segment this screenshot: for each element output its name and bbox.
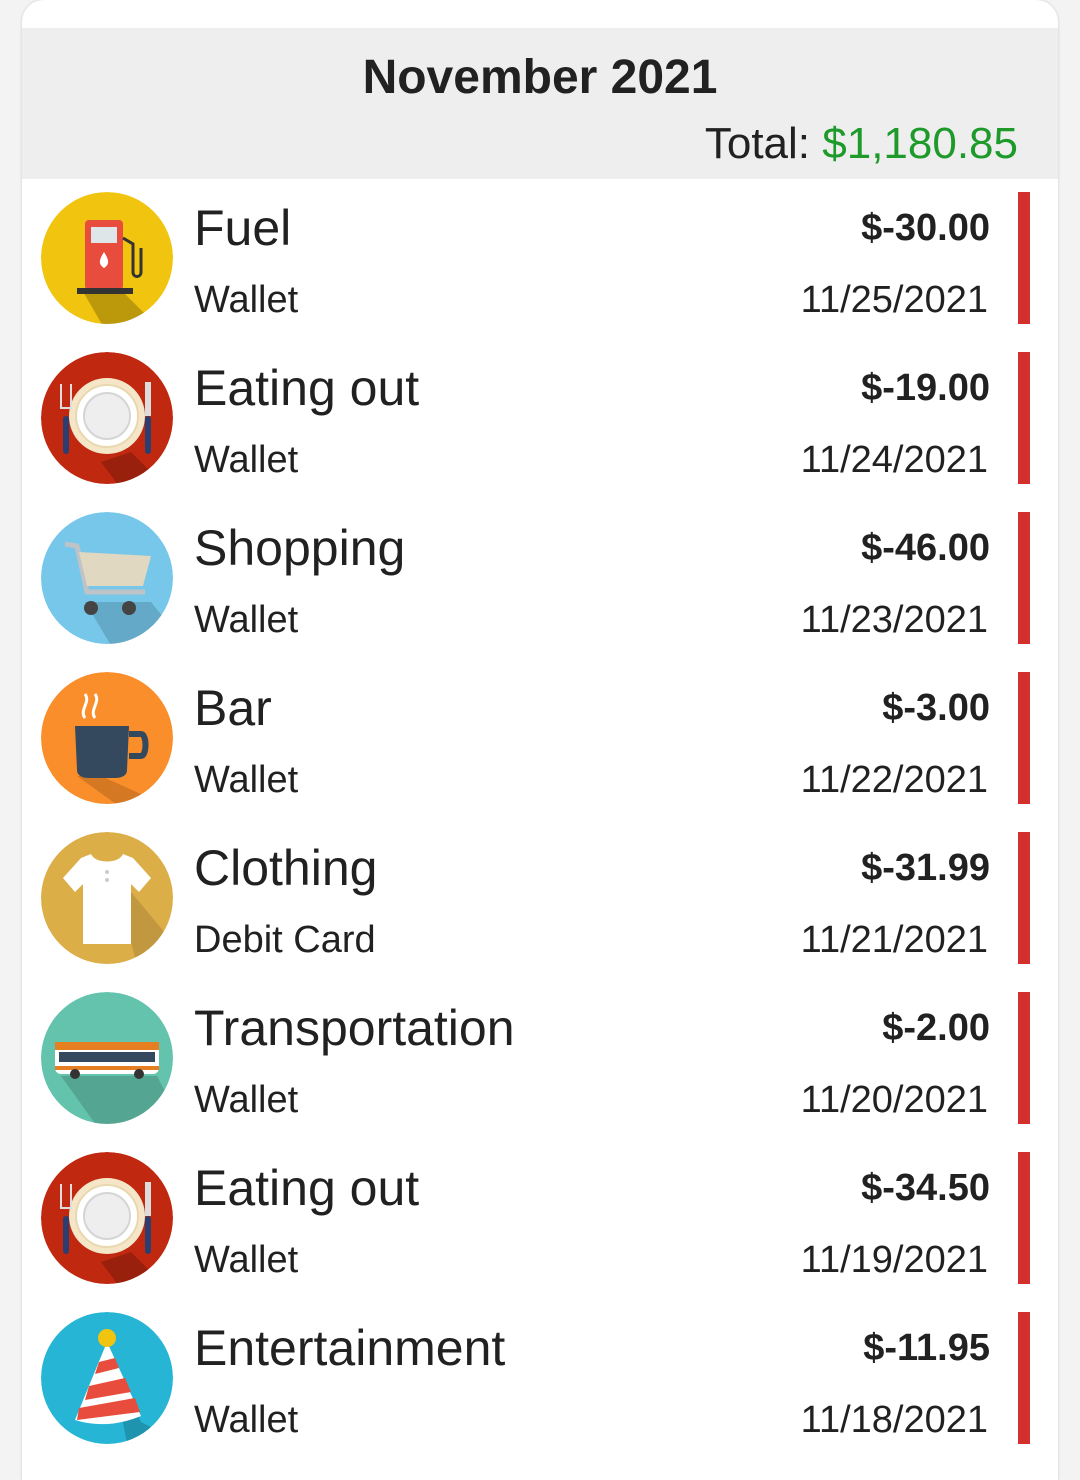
transaction-date: 11/18/2021 [800,1399,988,1441]
expense-indicator-bar [1018,1312,1030,1444]
transaction-row[interactable]: Bar Wallet $-3.00 11/22/2021 [22,672,1058,832]
account-name: Wallet [194,1239,299,1281]
category-name: Transportation [194,1000,515,1056]
category-name: Eating out [194,1160,420,1216]
month-title: November 2021 [362,51,718,104]
expense-indicator-bar [1018,1152,1030,1284]
expense-indicator-bar [1018,512,1030,644]
transaction-row[interactable]: Transportation Wallet $-2.00 11/20/2021 [22,992,1058,1152]
account-name: Wallet [194,1079,299,1121]
category-name: Shopping [194,520,406,576]
transaction-amount: $-2.00 [882,1007,990,1049]
fuel-pump-icon [41,192,173,324]
transaction-amount: $-46.00 [861,527,990,569]
transaction-date: 11/21/2021 [800,919,988,961]
total-label: Total: [704,119,811,168]
transaction-row[interactable]: Clothing Debit Card $-31.99 11/21/2021 [22,832,1058,992]
plate-cutlery-icon [41,1152,173,1284]
total-amount: $1,180.85 [822,119,1018,168]
month-header: November 2021 Total: $1,180.85 [22,28,1058,179]
expense-indicator-bar [1018,992,1030,1124]
transaction-date: 11/19/2021 [800,1239,988,1281]
bus-icon [41,992,173,1124]
tshirt-icon [41,832,173,964]
account-name: Wallet [194,279,299,321]
transaction-row[interactable]: Shopping Wallet $-46.00 11/23/2021 [22,512,1058,672]
category-name: Bar [194,680,272,736]
transaction-date: 11/22/2021 [800,759,988,801]
transactions-card: November 2021 Total: $1,180.85 Fuel Walle… [22,0,1058,1480]
transaction-row[interactable]: Fuel Wallet $-30.00 11/25/2021 [22,192,1058,352]
transaction-row[interactable]: Eating out Wallet $-19.00 11/24/2021 [22,352,1058,512]
account-name: Wallet [194,759,299,801]
category-name: Eating out [194,360,420,416]
account-name: Wallet [194,599,299,641]
transaction-row[interactable]: Entertainment Wallet $-11.95 11/18/2021 [22,1312,1058,1472]
category-name: Fuel [194,200,292,256]
expense-indicator-bar [1018,192,1030,324]
expense-indicator-bar [1018,832,1030,964]
transaction-row[interactable]: Eating out Wallet $-34.50 11/19/2021 [22,1152,1058,1312]
account-name: Wallet [194,1399,299,1441]
transaction-amount: $-34.50 [861,1167,990,1209]
account-name: Debit Card [194,919,376,961]
transaction-amount: $-19.00 [861,367,990,409]
transaction-amount: $-31.99 [861,847,990,889]
expense-indicator-bar [1018,672,1030,804]
transaction-date: 11/20/2021 [800,1079,988,1121]
transaction-date: 11/23/2021 [800,599,988,641]
party-hat-icon [41,1312,173,1444]
category-name: Entertainment [194,1320,506,1376]
month-total: Total: $1,180.85 [705,116,1018,172]
coffee-cup-icon [41,672,173,804]
expense-indicator-bar [1018,352,1030,484]
transaction-date: 11/25/2021 [800,279,988,321]
shopping-cart-icon [41,512,173,644]
account-name: Wallet [194,439,299,481]
transaction-amount: $-11.95 [863,1327,990,1369]
transaction-amount: $-30.00 [861,207,990,249]
plate-cutlery-icon [41,352,173,484]
transaction-date: 11/24/2021 [800,439,988,481]
category-name: Clothing [194,840,378,896]
transaction-amount: $-3.00 [882,687,990,729]
transaction-list: Fuel Wallet $-30.00 11/25/2021 Eating out Wa… [22,192,1058,1472]
